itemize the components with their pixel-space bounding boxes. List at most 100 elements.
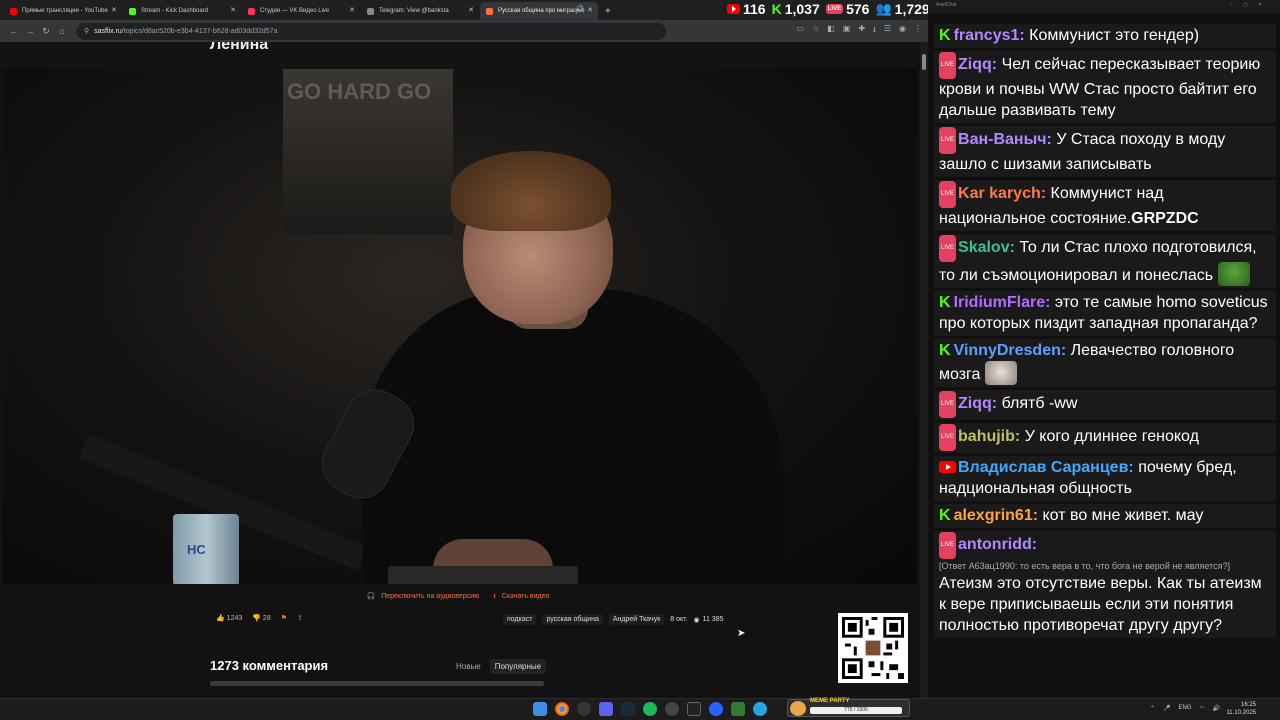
media-player-icon[interactable] xyxy=(709,702,723,716)
tab-audio-icon[interactable]: 🔊 xyxy=(575,5,584,13)
mug-text: HC xyxy=(187,542,206,557)
video-actions: 🎧 Переключить на аудиоверсию ⭳ Скачать в… xyxy=(0,592,920,603)
eye-icon: ◉ xyxy=(693,616,700,624)
dislike-button[interactable]: 👎 28 xyxy=(252,614,270,622)
chat-panel: AxelChat –▢✕ Kfrancys1: Коммунист это ген… xyxy=(928,0,1280,698)
browser-tab[interactable]: Студия — VK Видео Live ✕ xyxy=(242,2,360,20)
reload-icon[interactable]: ↻ xyxy=(38,26,54,37)
chat-author[interactable]: Skalov: xyxy=(958,239,1015,256)
tag-item[interactable]: подкаст xyxy=(503,614,537,625)
address-host: sasflix.ru xyxy=(94,27,122,35)
tab-close-icon[interactable]: ✕ xyxy=(587,6,593,14)
files-icon[interactable] xyxy=(731,702,745,716)
page-scrollbar[interactable] xyxy=(920,42,928,698)
puzzle-icon[interactable]: ✚ xyxy=(858,24,865,38)
download-video-label: Скачать видео xyxy=(501,593,550,600)
comment-input-placeholder-bar[interactable] xyxy=(210,681,544,686)
chat-author[interactable]: IridiumFlare: xyxy=(954,294,1051,311)
extension-icon[interactable]: ◧ xyxy=(827,24,835,38)
github-icon[interactable] xyxy=(665,702,679,716)
mic-icon[interactable]: 🎤 xyxy=(1163,705,1170,712)
tab-title: Русская община про миграцию xyxy=(498,8,585,14)
tag-item[interactable]: Андрей Ткачук xyxy=(608,614,665,625)
new-tab-icon[interactable]: + xyxy=(605,6,611,17)
cast-icon[interactable]: ▭ xyxy=(796,24,804,38)
taskbar: MEME PARTY 775 / 1500 ⌃ 🎤 ENG ◠ 🔊 16:25 1… xyxy=(0,698,1280,720)
chat-message: K VinnyDresden: Левачество головного мозг… xyxy=(934,339,1276,387)
discord-icon[interactable] xyxy=(599,702,613,716)
vk-live-icon: LIVE xyxy=(939,532,957,559)
youtube-icon xyxy=(727,4,740,14)
menu-icon[interactable]: ⋮ xyxy=(914,24,922,38)
home-icon[interactable]: ⌂ xyxy=(54,26,70,36)
wifi-icon[interactable]: ◠ xyxy=(1200,705,1205,712)
kick-count: 1,037 xyxy=(784,1,820,17)
like-button[interactable]: 👍 1243 xyxy=(216,614,242,622)
chat-author[interactable]: VinnyDresden: xyxy=(954,342,1067,359)
browser-tab[interactable]: Русская община про миграцию 🔊 ✕ xyxy=(480,2,598,20)
clock[interactable]: 16:25 11.10.2025 xyxy=(1226,701,1256,717)
tab-title: Stream - Kick Dashboard xyxy=(141,8,209,14)
chat-message: LIVE Kar karych: Коммунист над национальн… xyxy=(934,180,1276,231)
obs-icon[interactable] xyxy=(577,702,591,716)
tray-chevron-icon[interactable]: ⌃ xyxy=(1150,705,1155,712)
sort-new-tab[interactable]: Новые xyxy=(451,659,486,674)
bookmark-icon[interactable]: ⚑ xyxy=(281,614,287,622)
steam-icon[interactable] xyxy=(621,702,635,716)
chat-author[interactable]: Ziqq: xyxy=(958,56,997,73)
chat-author[interactable]: antonridd: xyxy=(958,536,1037,553)
tab-title: Telegram: View @banksta xyxy=(379,8,449,14)
screenshot-icon[interactable]: ▣ xyxy=(843,24,851,38)
chrome-icon[interactable] xyxy=(555,702,569,716)
people-icon: 👥 xyxy=(875,1,892,16)
kick-icon: K xyxy=(939,507,951,524)
scrollbar-thumb[interactable] xyxy=(922,54,926,70)
windows-start-icon[interactable] xyxy=(533,702,547,716)
address-bar[interactable]: ⚲ sasflix.ru/topics/d8ac520b-e3b4-4137-b… xyxy=(76,22,666,40)
forward-icon[interactable]: → xyxy=(22,26,38,36)
download-video-link[interactable]: ⭳ Скачать видео xyxy=(493,593,553,600)
youtube-count: 116 xyxy=(743,1,766,17)
vk-live-icon: LIVE xyxy=(939,181,957,208)
back-icon[interactable]: ← xyxy=(6,26,22,36)
audio-version-label: Переключить на аудиоверсию xyxy=(381,593,480,600)
bookmark-star-icon[interactable]: ☆ xyxy=(812,24,819,38)
spotify-icon[interactable] xyxy=(643,702,657,716)
tab-favicon-icon xyxy=(367,7,374,15)
tab-close-icon[interactable]: ✕ xyxy=(349,6,355,14)
terminal-icon[interactable] xyxy=(687,702,701,716)
browser-tab[interactable]: Stream - Kick Dashboard ✕ xyxy=(123,2,241,20)
browser-tab[interactable]: Telegram: View @banksta ✕ xyxy=(361,2,479,20)
browser-tab[interactable]: Прямые трансляции - YouTube ✕ xyxy=(4,2,122,20)
volume-icon[interactable]: 🔊 xyxy=(1213,705,1220,712)
language-indicator[interactable]: ENG xyxy=(1179,705,1192,712)
profile-icon[interactable]: ◉ xyxy=(899,24,906,38)
tag-item[interactable]: русская община xyxy=(542,614,603,625)
chat-author[interactable]: bahujib: xyxy=(958,428,1020,445)
sidebar-icon[interactable]: ☰ xyxy=(884,24,891,38)
site-info-icon[interactable]: ⚲ xyxy=(84,27,89,35)
chat-text: Атеизм это отсутствие веры. Как ты атеиз… xyxy=(939,575,1262,634)
share-icon[interactable]: ⇪ xyxy=(297,614,303,622)
cat-emote-icon xyxy=(984,361,1017,385)
sort-popular-tab[interactable]: Популярные xyxy=(489,659,547,674)
chat-author[interactable]: francys1: xyxy=(954,27,1025,44)
chat-message: LIVE antonridd: [Ответ A63ац1990: то есть … xyxy=(934,531,1276,638)
chat-author[interactable]: alexgrin61: xyxy=(954,507,1038,524)
audio-version-link[interactable]: 🎧 Переключить на аудиоверсию xyxy=(367,593,484,600)
chat-author[interactable]: Владислав Саранцев: xyxy=(958,459,1134,476)
chat-author[interactable]: Kar karych: xyxy=(958,185,1046,202)
chat-window-title: AxelChat xyxy=(936,2,957,8)
vk-live-icon: LIVE xyxy=(825,4,844,14)
window-buttons[interactable]: –▢✕ xyxy=(1230,2,1272,12)
chat-author[interactable]: Ziqq: xyxy=(958,395,997,412)
video-player[interactable]: GO HARD GO HC xyxy=(3,69,917,584)
chat-author[interactable]: Ван-Ваныч: xyxy=(958,131,1052,148)
system-tray: ⌃ 🎤 ENG ◠ 🔊 xyxy=(1150,705,1220,712)
telegram-icon[interactable] xyxy=(753,702,767,716)
like-count: 1243 xyxy=(226,615,243,622)
tab-close-icon[interactable]: ✕ xyxy=(230,6,236,14)
tab-close-icon[interactable]: ✕ xyxy=(468,6,474,14)
tab-close-icon[interactable]: ✕ xyxy=(111,6,117,14)
download-icon[interactable]: ⭳ xyxy=(873,24,876,38)
